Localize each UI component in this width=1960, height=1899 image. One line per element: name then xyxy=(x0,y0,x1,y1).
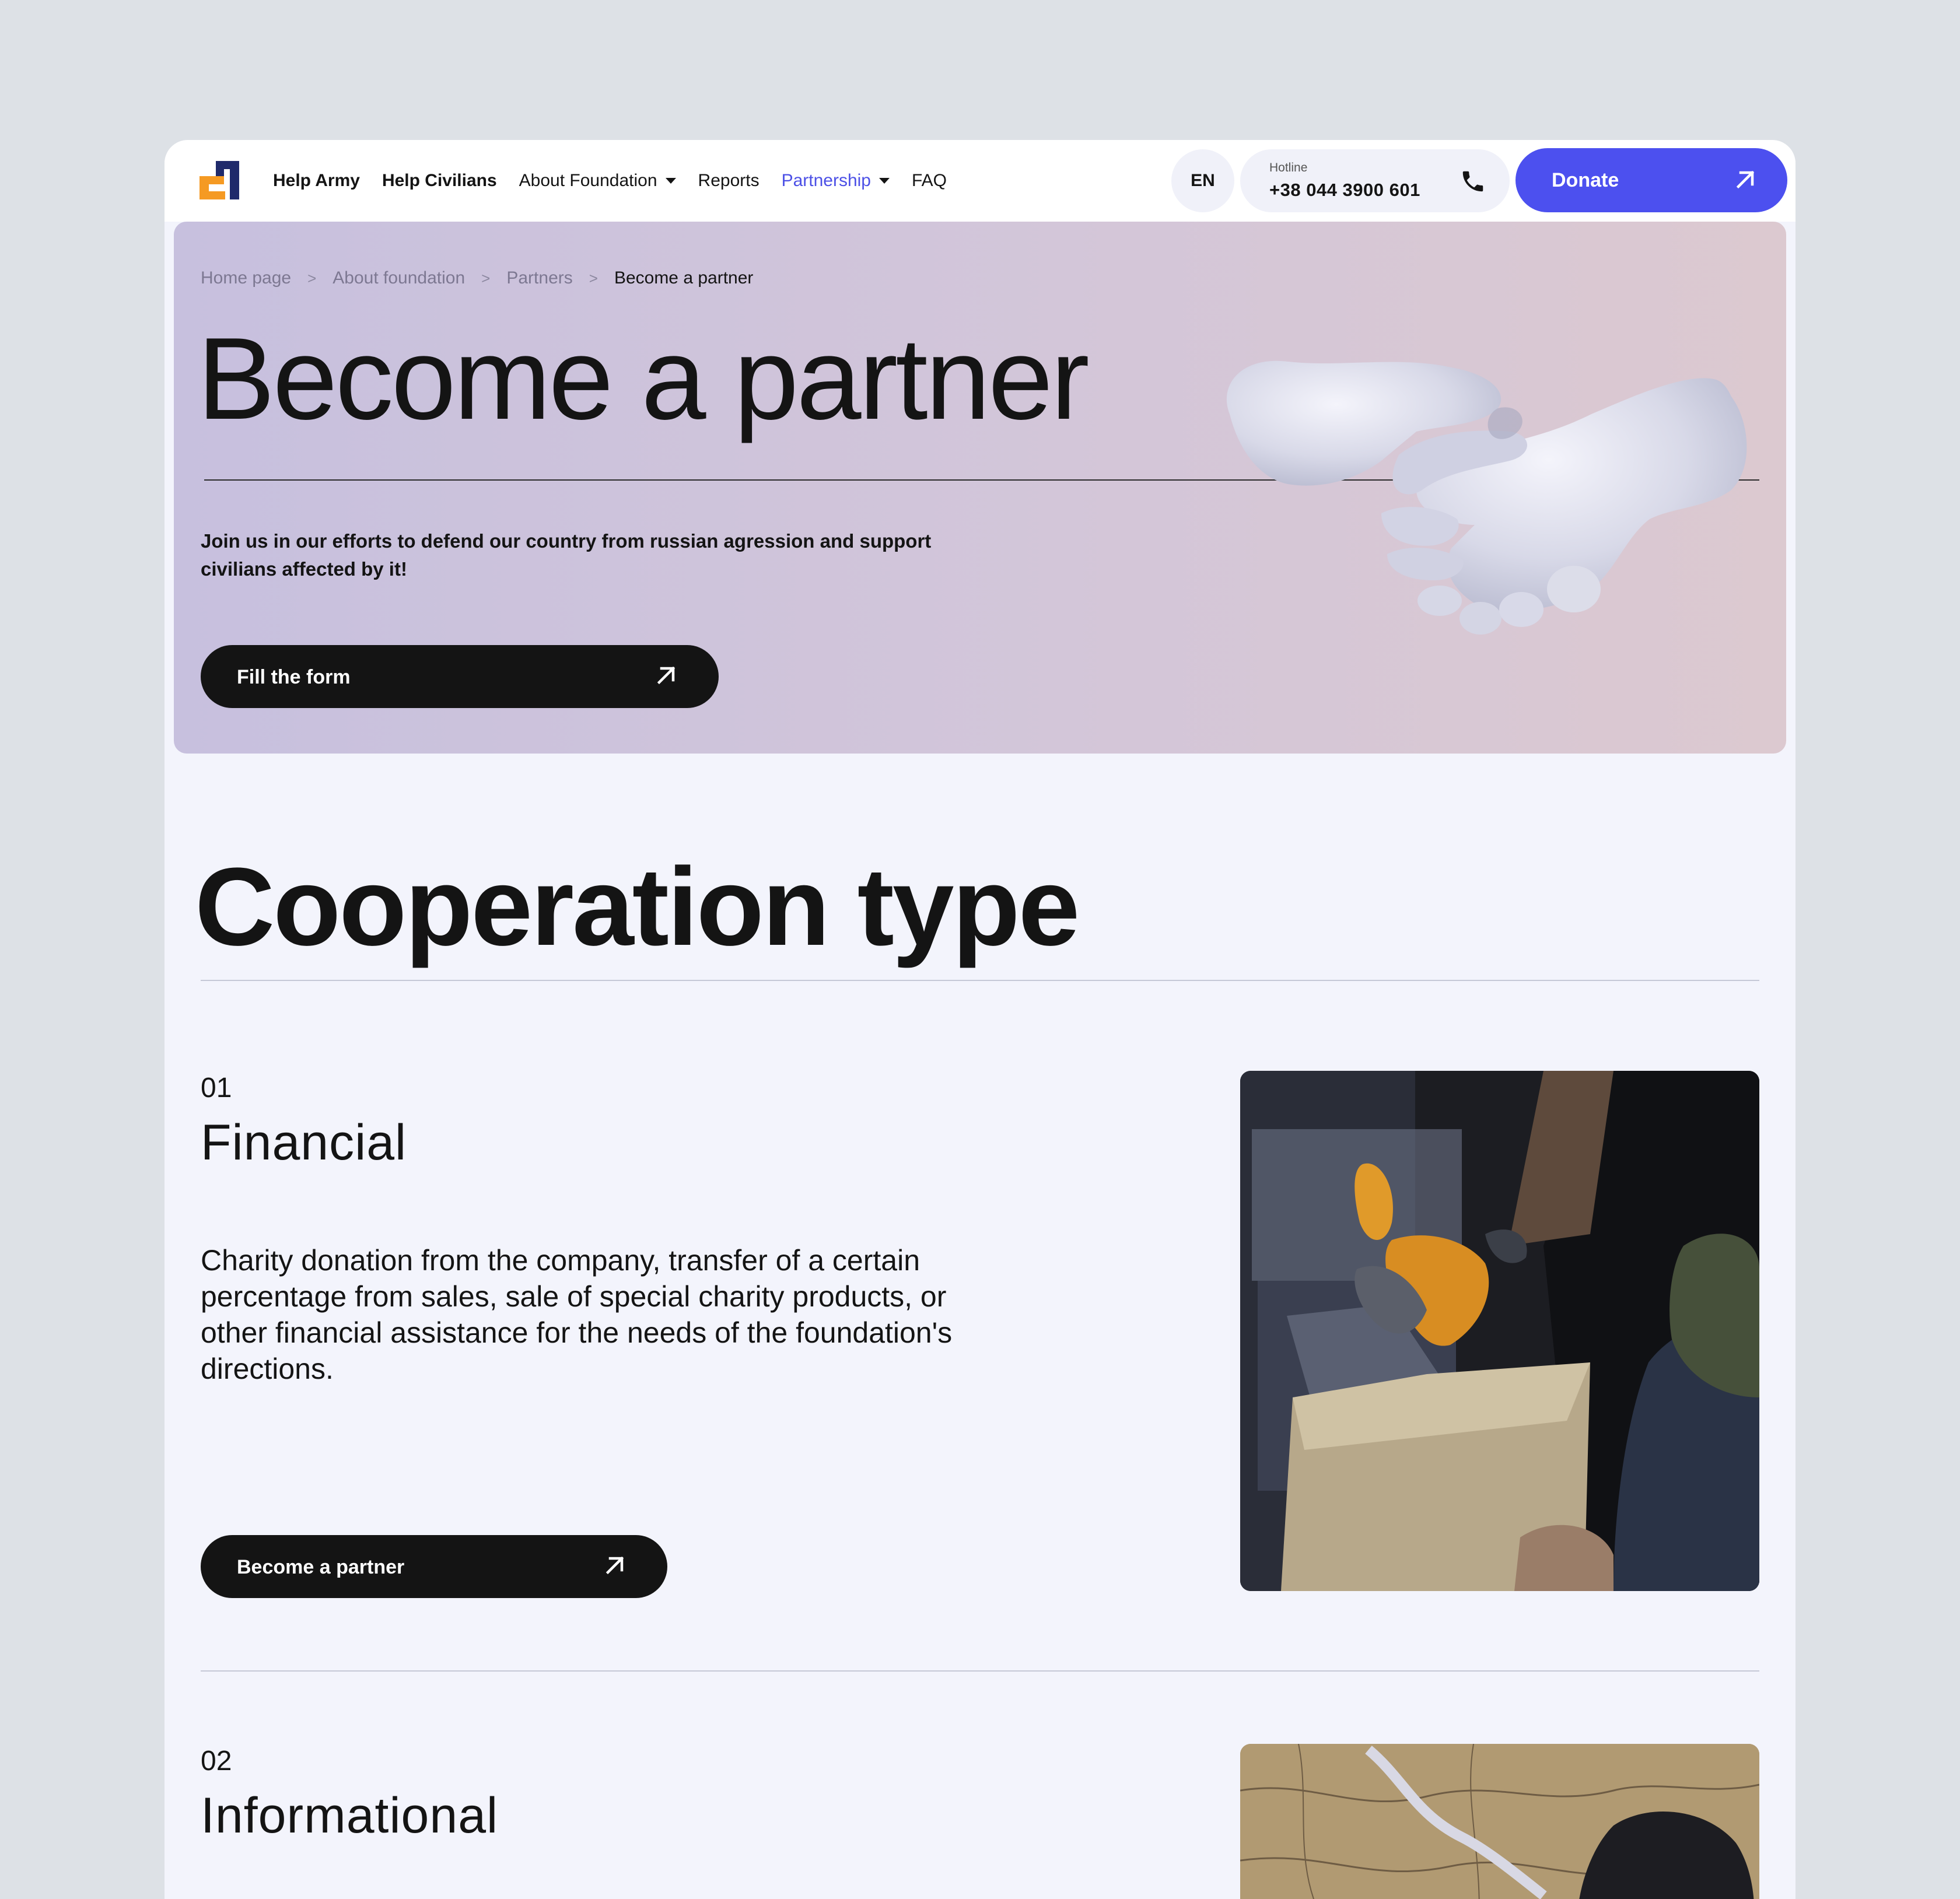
breadcrumb-partners[interactable]: Partners xyxy=(506,268,572,288)
foundation-logo[interactable] xyxy=(200,161,239,199)
caret-down-icon xyxy=(879,178,890,184)
chevron-right-icon: > xyxy=(307,269,317,287)
breadcrumb: Home page > About foundation > Partners … xyxy=(201,268,753,288)
arrow-up-right-icon xyxy=(606,1556,624,1575)
item-heading: Financial xyxy=(201,1115,407,1171)
hotline-widget[interactable]: Hotline +38 044 3900 601 xyxy=(1240,149,1510,212)
arrow-up-right-icon xyxy=(657,666,676,685)
phone-icon[interactable] xyxy=(1460,168,1486,195)
hero-banner: Home page > About foundation > Partners … xyxy=(174,222,1786,754)
hotline-number: +38 044 3900 601 xyxy=(1269,180,1420,200)
nav-faq[interactable]: FAQ xyxy=(912,171,947,191)
nav-label: Help Civilians xyxy=(382,171,497,190)
item-heading: Informational xyxy=(201,1788,499,1844)
nav-label: About Foundation xyxy=(519,171,657,190)
language-switcher[interactable]: EN xyxy=(1171,149,1234,212)
hero-subtitle: Join us in our efforts to defend our cou… xyxy=(201,530,932,580)
nav-help-civilians[interactable]: Help Civilians xyxy=(382,171,497,191)
nav-about-foundation[interactable]: About Foundation xyxy=(519,171,676,191)
main-nav: Help Army Help Civilians About Foundatio… xyxy=(273,140,947,222)
site-header: Help Army Help Civilians About Foundatio… xyxy=(164,140,1796,222)
nav-partnership[interactable]: Partnership xyxy=(782,171,890,191)
chevron-right-icon: > xyxy=(481,269,491,287)
item-number: 02 xyxy=(201,1746,232,1777)
divider xyxy=(201,1670,1759,1672)
handshake-image xyxy=(1226,360,1747,635)
item-description: Charity donation from the company, trans… xyxy=(201,1244,953,1385)
button-label: Become a partner xyxy=(237,1556,405,1578)
nav-label: Reports xyxy=(698,171,760,190)
fill-form-button[interactable]: Fill the form xyxy=(201,645,719,708)
become-partner-button[interactable]: Become a partner xyxy=(201,1535,667,1598)
donate-button[interactable]: Donate xyxy=(1516,148,1787,212)
breadcrumb-current: Become a partner xyxy=(614,268,754,288)
breadcrumb-home[interactable]: Home page xyxy=(201,268,291,288)
divider xyxy=(201,980,1759,981)
nav-reports[interactable]: Reports xyxy=(698,171,760,191)
button-label: Fill the form xyxy=(237,666,351,688)
nav-label: FAQ xyxy=(912,171,947,190)
donate-label: Donate xyxy=(1552,169,1619,191)
section-title: Cooperation type xyxy=(195,845,1080,969)
arrow-up-right-icon xyxy=(1736,170,1755,189)
item-number: 01 xyxy=(201,1073,232,1103)
breadcrumb-about[interactable]: About foundation xyxy=(332,268,465,288)
chevron-right-icon: > xyxy=(589,269,598,287)
hotline-label: Hotline xyxy=(1269,161,1308,174)
page-title: Become a partner xyxy=(197,314,1090,444)
financial-photo xyxy=(1240,1071,1759,1591)
page-container: Help Army Help Civilians About Foundatio… xyxy=(164,140,1796,1899)
caret-down-icon xyxy=(665,178,676,184)
nav-label: Help Army xyxy=(273,171,360,190)
nav-label: Partnership xyxy=(781,171,871,190)
informational-photo xyxy=(1240,1744,1759,1899)
nav-help-army[interactable]: Help Army xyxy=(273,171,360,191)
